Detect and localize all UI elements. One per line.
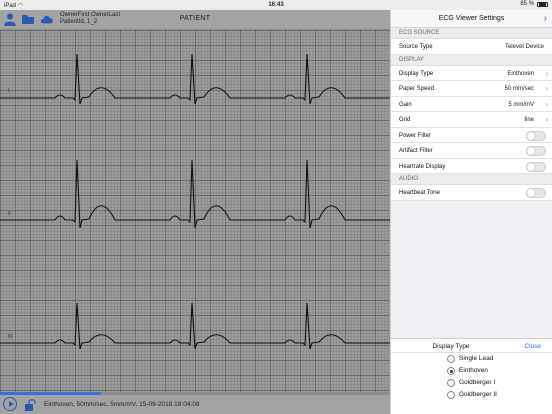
display-type-row[interactable]: Display Type Einthoven › (391, 65, 552, 81)
play-button[interactable] (3, 397, 17, 411)
heartbeat-tone-toggle[interactable] (526, 188, 546, 198)
gain-row[interactable]: Gain 5 mm/mV › (391, 96, 552, 112)
lead-label-1: I (8, 88, 10, 94)
chevron-right-icon: › (545, 99, 548, 109)
option-label: Single Lead (459, 355, 494, 362)
chevron-right-icon: › (545, 115, 548, 124)
ecg-grid[interactable]: I II III (0, 30, 390, 400)
radio-button[interactable] (447, 355, 455, 363)
ecg-trace-lead-2 (0, 159, 390, 229)
ecg-toolbar: OwnerFirst OwnerLast PatientId, 1_2 PATI… (0, 10, 390, 30)
ecg-footer: Einthoven, 50mm/sec, 5mm/mV, 15-09-2018 … (0, 395, 390, 414)
radio-button[interactable] (447, 391, 455, 399)
section-display: DISPLAY (391, 54, 552, 66)
display-type-picker: Display Type Close Single Lead Einthoven… (391, 338, 552, 414)
battery-status: 85 % (520, 1, 548, 7)
option-goldberger-1[interactable]: Goldberger I (391, 377, 552, 389)
grid-value: fine (524, 117, 534, 123)
source-type-value: Televet Device (504, 44, 544, 50)
grid-row[interactable]: Grid fine › (391, 112, 552, 128)
heartbeat-tone-label: Heartbeat Tone (399, 190, 440, 196)
app-screen: iPad ◠ 16:43 85 % OwnerFirst OwnerLast P… (0, 0, 552, 414)
artifact-filter-toggle[interactable] (526, 146, 546, 156)
picker-header: Display Type Close (391, 339, 552, 353)
chevron-right-icon: › (545, 84, 548, 93)
option-label: Goldberger II (459, 391, 497, 398)
panel-header: ECG Viewer Settings › (391, 10, 552, 28)
paper-speed-row[interactable]: Paper Speed 50 mm/sec › (391, 81, 552, 97)
chevron-right-icon[interactable]: › (544, 10, 547, 28)
ecg-trace-lead-1 (0, 53, 390, 105)
page-title: PATIENT (179, 15, 211, 22)
battery-icon (537, 1, 548, 7)
picker-title: Display Type (432, 343, 470, 350)
gain-label: Gain (399, 101, 412, 108)
display-type-label: Display Type (399, 70, 434, 77)
power-filter-label: Power Filter (399, 132, 432, 139)
battery-percent: 85 % (520, 1, 534, 7)
radio-button[interactable] (447, 379, 455, 387)
option-goldberger-2[interactable]: Goldberger II (391, 389, 552, 401)
power-filter-toggle[interactable] (526, 130, 546, 141)
ecg-viewer: OwnerFirst OwnerLast PatientId, 1_2 PATI… (0, 10, 390, 414)
heartrate-display-toggle[interactable] (526, 161, 546, 172)
section-audio: AUDIO (391, 174, 552, 185)
option-label: Einthoven (459, 367, 488, 374)
source-type-label: Source Type (399, 44, 433, 50)
lead-label-2: II (8, 211, 11, 217)
heartrate-display-label: Heartrate Display (399, 163, 446, 170)
recording-info: Einthoven, 50mm/sec, 5mm/mV, 15-09-2018 … (44, 401, 200, 408)
option-single-lead[interactable]: Single Lead (391, 353, 552, 365)
chevron-right-icon: › (545, 68, 548, 78)
paper-speed-label: Paper Speed (399, 86, 435, 92)
source-type-row: Source Type Televet Device (391, 39, 552, 55)
radio-button-selected[interactable] (447, 367, 455, 375)
display-type-value: Einthoven (507, 70, 534, 77)
status-bar: iPad ◠ 16:43 85 % (0, 0, 552, 10)
settings-panel: ECG Viewer Settings › ECG SOURCE Source … (390, 10, 552, 414)
power-filter-row: Power Filter (391, 127, 552, 143)
heartbeat-tone-row: Heartbeat Tone (391, 185, 552, 201)
grid-label: Grid (399, 117, 411, 123)
unlock-icon[interactable] (24, 399, 36, 411)
section-ecg-source: ECG SOURCE (391, 28, 552, 39)
close-button[interactable]: Close (524, 343, 541, 350)
artifact-filter-label: Artifact Filter (399, 148, 433, 154)
clock: 16:43 (268, 2, 284, 8)
ecg-traces (0, 53, 390, 350)
gain-value: 5 mm/mV (508, 101, 534, 108)
ecg-trace-lead-3 (0, 302, 390, 350)
option-einthoven[interactable]: Einthoven (391, 365, 552, 377)
panel-title: ECG Viewer Settings (438, 15, 505, 22)
heartrate-display-row: Heartrate Display (391, 158, 552, 174)
option-label: Goldberger I (459, 379, 496, 386)
lead-label-3: III (8, 334, 13, 340)
paper-speed-value: 50 mm/sec (504, 86, 534, 92)
artifact-filter-row: Artifact Filter (391, 143, 552, 159)
